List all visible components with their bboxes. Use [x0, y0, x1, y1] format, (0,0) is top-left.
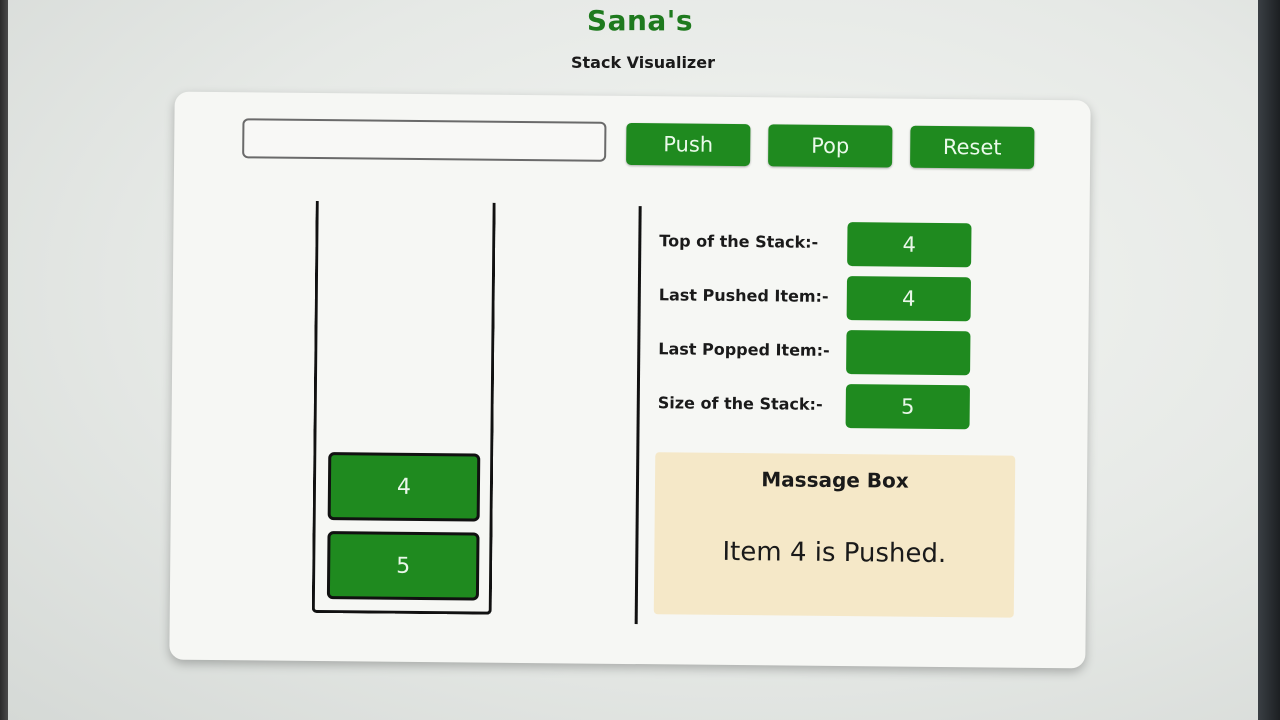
stack-size-label: Size of the Stack:- [657, 393, 823, 414]
last-popped-value [846, 330, 971, 376]
stack-item: 5 [326, 531, 480, 601]
message-box-title: Massage Box [761, 467, 909, 493]
last-pushed-row: Last Pushed Item:- 4 [658, 274, 979, 322]
stack-size-row: Size of the Stack:- 5 [657, 382, 978, 430]
screen-bezel-right [1258, 0, 1280, 720]
stack-size-value: 5 [845, 384, 970, 430]
stack-container: 4 5 [311, 200, 496, 615]
app-subtitle: Stack Visualizer [571, 53, 715, 72]
top-of-stack-label: Top of the Stack:- [659, 231, 819, 252]
message-box: Massage Box Item 4 is Pushed. [653, 452, 1016, 618]
top-of-stack-row: Top of the Stack:- 4 [659, 220, 979, 268]
last-pushed-value: 4 [846, 276, 972, 322]
visualizer-card: Push Pop Reset 4 5 Top of the Stack:- 4 … [169, 91, 1091, 669]
item-input[interactable] [242, 118, 607, 162]
stack-item: 4 [327, 452, 481, 522]
last-popped-label: Last Popped Item:- [658, 339, 830, 360]
vertical-divider [634, 206, 642, 625]
message-box-text: Item 4 is Pushed. [722, 536, 947, 570]
last-pushed-label: Last Pushed Item:- [658, 285, 829, 306]
push-button[interactable]: Push [626, 122, 751, 167]
last-popped-row: Last Popped Item:- [658, 328, 978, 376]
top-of-stack-value: 4 [847, 222, 972, 268]
screen-bezel-left [0, 0, 8, 720]
reset-button[interactable]: Reset [910, 125, 1035, 169]
pop-button[interactable]: Pop [768, 124, 893, 168]
app-title: Sana's [586, 4, 694, 37]
